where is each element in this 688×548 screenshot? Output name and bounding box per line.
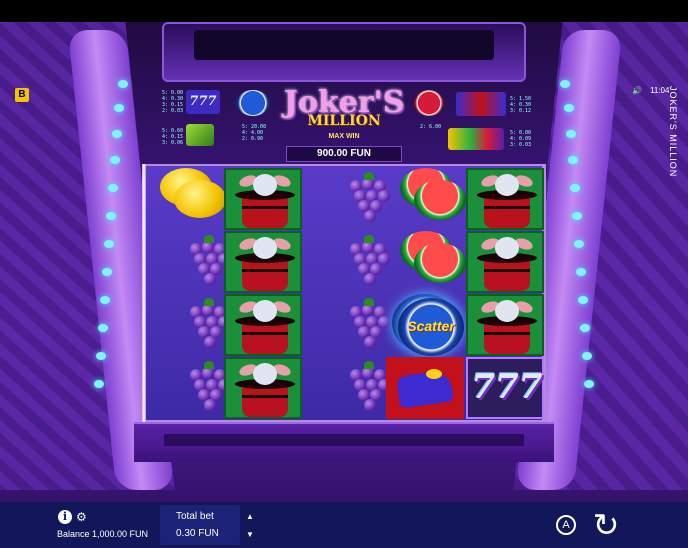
paytable-shoes-icon (456, 92, 506, 116)
badge-b[interactable]: B (15, 88, 29, 102)
paytable-scatter-blue: 5: 20.00 4: 4.00 2: 0.90 (242, 124, 266, 142)
paytable-bells-icon (186, 124, 214, 146)
symbol-scatter: Scatter (392, 294, 464, 356)
pillar-light (100, 296, 110, 304)
total-bet-value: 0.30 FUN (176, 528, 219, 539)
symbol-rabbit (224, 168, 302, 230)
pillar-light (104, 240, 114, 248)
pillar-light (106, 212, 116, 220)
symbol-rabbit (466, 231, 544, 293)
pillar-light (110, 156, 120, 164)
max-win-label: MAX WIN (328, 133, 360, 140)
symbol-grape (168, 231, 230, 285)
pillar-light (94, 380, 104, 388)
speaker-icon[interactable]: 🔊 (632, 86, 642, 95)
symbol-rabbit (466, 294, 544, 356)
symbol-rabbit (224, 294, 302, 356)
total-bet-label: Total bet (176, 511, 214, 522)
max-win-value: 900.00 FUN (286, 146, 402, 162)
reel-4: Scatter (386, 168, 466, 419)
game-title-vertical: JOKER'S MILLION (668, 86, 678, 178)
symbol-sevens: 777 (466, 357, 544, 419)
pillar-light (580, 324, 590, 332)
pillar-light (574, 240, 584, 248)
paytable-shoes: 5: 1.50 4: 0.30 3: 0.12 (510, 96, 531, 114)
cabinet-top (162, 22, 526, 82)
pillar-light (108, 184, 118, 192)
scatter-label: Scatter (407, 318, 455, 334)
symbol-grape (328, 231, 390, 285)
symbol-grape (328, 294, 390, 348)
game-logo: Joker'S MILLION (282, 88, 406, 129)
paytable-line: 2: 0.03 (162, 108, 184, 114)
game-screen: B 🔊 11:04 JOKER'S MILLION 777 5: 0.00 4: … (0, 0, 688, 548)
pillar-light (576, 268, 586, 276)
paytable-scatter-red: 2: 6.00 (420, 124, 441, 130)
paytable-line: 3: 0.06 (162, 140, 184, 146)
pillar-light (572, 212, 582, 220)
top-black-bar (0, 0, 688, 22)
symbol-grape (168, 294, 230, 348)
pillar-light (118, 80, 128, 88)
symbol-melon (400, 168, 466, 220)
paytable-scatter-red-icon (414, 90, 444, 116)
paytable-fruits: 5: 0.00 4: 0.09 3: 0.03 (510, 130, 531, 148)
symbol-rabbit (224, 231, 302, 293)
pillar-light (96, 352, 106, 360)
pillar-light (98, 324, 108, 332)
bet-increase-icon[interactable]: ▲ (246, 512, 254, 521)
balance-display: Balance 1,000.00 FUN (57, 529, 149, 539)
paytable-line: 2: 6.00 (420, 124, 442, 130)
bottom-bar (0, 502, 688, 548)
paytable-scatter-blue-icon (236, 90, 270, 116)
symbol-melon (400, 231, 466, 283)
pillar-light (568, 156, 578, 164)
reel-base (134, 422, 554, 462)
clock: 11:04 (650, 86, 670, 95)
symbol-grape (328, 168, 390, 222)
reel-5: 777 (466, 168, 544, 419)
paytable-sevens: 5: 0.00 4: 0.30 3: 0.15 2: 0.03 (162, 90, 183, 114)
autoplay-button[interactable]: A (556, 515, 576, 535)
settings-icon[interactable]: ⚙ (76, 510, 87, 524)
info-icon[interactable]: i (58, 510, 72, 524)
symbol-lemon (160, 168, 226, 218)
reel-2 (224, 168, 302, 419)
paytable-line: 3: 0.03 (510, 142, 532, 148)
pillar-light (560, 80, 570, 88)
paytable-fruits-icon (448, 128, 504, 150)
pillar-light (112, 130, 122, 138)
reel-3 (306, 168, 390, 418)
reel-1 (146, 168, 230, 418)
paytable-sevens-icon: 777 (186, 90, 220, 114)
pillar-light (570, 184, 580, 192)
pillar-light (578, 296, 588, 304)
symbol-grape (168, 357, 230, 411)
sevens-label: 777 (471, 367, 543, 407)
symbol-grape (328, 357, 390, 411)
paytable-bells: 5: 0.60 4: 0.15 3: 0.06 (162, 128, 183, 146)
paytable-line: 3: 0.12 (510, 108, 532, 114)
pillar-light (584, 380, 594, 388)
pillar-light (102, 268, 112, 276)
symbol-shoe (386, 357, 464, 419)
pillar-light (114, 104, 124, 112)
paytable-line: 2: 0.90 (242, 136, 264, 142)
symbol-rabbit (224, 357, 302, 419)
spin-button[interactable]: ↻ (588, 508, 624, 544)
pillar-light (582, 352, 592, 360)
pillar-light (566, 130, 576, 138)
bet-decrease-icon[interactable]: ▼ (246, 530, 254, 539)
symbol-rabbit (466, 168, 544, 230)
pillar-light (564, 104, 574, 112)
